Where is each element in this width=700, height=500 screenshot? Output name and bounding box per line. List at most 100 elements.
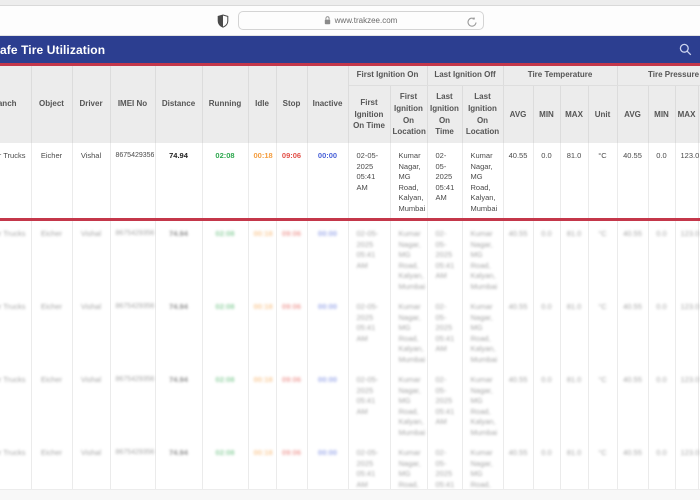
table-cell: 00:00 <box>309 441 347 459</box>
column-header-first-ignition-on-first-ignition-on-time: First Ignition On Time <box>348 86 390 144</box>
table-cell: 40.55 <box>503 143 533 221</box>
table-cell: Eicher Trucks <box>0 294 31 367</box>
column-header-last-ignition-off-last-ignition-on-location: Last Ignition On Location <box>462 86 503 144</box>
table-cell: 0.0 <box>535 368 559 386</box>
column-header-tire-temperature-unit: Unit <box>588 86 617 144</box>
table-cell: Vishal <box>74 295 109 313</box>
column-header-distance: Distance <box>155 65 202 143</box>
table-cell: 0.0 <box>535 222 559 240</box>
table-cell: Vishal <box>74 441 109 459</box>
address-bar[interactable]: www.trakzee.com <box>238 11 484 30</box>
table-cell: Kumar Nagar, MG Road, Kalyan, Mumbai <box>464 295 502 365</box>
table-cell: 00:18 <box>248 221 276 294</box>
table-cell: Kumar Nagar, MG Road, Kalyan, Mumbai <box>462 367 503 440</box>
table-cell: 00:00 <box>309 222 347 240</box>
report-header-bar: afe Tire Utilization <box>0 36 700 63</box>
table-cell: 40.55 <box>503 294 533 367</box>
table-cell: 40.55 <box>505 144 532 162</box>
table-cell: Eicher Trucks <box>0 295 30 313</box>
table-cell: °C <box>588 294 617 367</box>
table-cell: 0.0 <box>535 295 559 313</box>
lock-icon <box>324 16 331 25</box>
table-cell: 81.0 <box>562 368 587 386</box>
column-header-object: Object <box>31 65 72 143</box>
table-cell: Eicher Trucks <box>0 367 31 440</box>
table-cell: Eicher <box>33 144 71 162</box>
table-cell: °C <box>590 441 616 459</box>
table-cell: 02-05-2025 05:41 AM <box>429 222 461 282</box>
table-cell: Eicher Trucks <box>0 222 30 240</box>
table-cell: 123.0 <box>675 143 698 221</box>
table-cell: 02-05-2025 05:41 AM <box>348 143 390 221</box>
table-row-blurred: Eicher TrucksEicherVishal8675429356..74.… <box>0 367 700 440</box>
table-cell: 00:18 <box>248 143 276 221</box>
group-header-tire-pressure: Tire Pressure <box>617 65 700 86</box>
table-cell: 8675429356.. <box>110 367 155 440</box>
reload-icon[interactable] <box>466 15 478 33</box>
table-cell: 02:08 <box>204 368 247 386</box>
table-cell: 02-05-2025 05:41 AM <box>429 144 461 204</box>
table-cell: 123.0 <box>675 367 698 440</box>
table-cell: Eicher Trucks <box>0 368 30 386</box>
table-cell: 123.0 <box>677 222 697 240</box>
table-cell: Kumar Nagar, MG Road, Kalyan, Mumbai <box>392 144 426 214</box>
table-cell: °C <box>590 295 616 313</box>
table-cell: 02:08 <box>202 221 248 294</box>
table-cell: °C <box>590 222 616 240</box>
table-cell: 02-05-2025 05:41 AM <box>348 367 390 440</box>
group-header-last-ignition-off: Last Ignition Off <box>427 65 503 86</box>
table-cell: 02-05-2025 05:41 AM <box>348 221 390 294</box>
table-cell: 74.94 <box>155 294 202 367</box>
table-cell: Kumar Nagar, MG Road, Kalyan, Mumbai <box>390 367 427 440</box>
table-cell: 74.94 <box>155 221 202 294</box>
table-cell: 0.0 <box>648 221 675 294</box>
table-cell: 02-05-2025 05:41 AM <box>350 295 389 344</box>
table-cell: Eicher <box>33 441 71 459</box>
table-cell: °C <box>590 368 616 386</box>
table-cell: 02-05-2025 05:41 AM <box>350 144 389 193</box>
table-cell: Vishal <box>72 221 110 294</box>
table-cell: Vishal <box>72 294 110 367</box>
table-cell: 09:06 <box>278 295 306 313</box>
table-cell: 02:08 <box>202 367 248 440</box>
table-cell: 40.55 <box>617 143 648 221</box>
table-cell: Eicher <box>31 294 72 367</box>
table-cell: Kumar Nagar, MG Road, Kalyan, Mumbai <box>392 222 426 292</box>
group-header-tire-temperature: Tire Temperature <box>503 65 617 86</box>
table-cell: Eicher <box>33 295 71 313</box>
table-cell: 81.0 <box>560 367 588 440</box>
column-header-tire-temperature-max: MAX <box>560 86 588 144</box>
table-cell: 09:06 <box>278 368 306 386</box>
table-cell: 02:08 <box>204 295 247 313</box>
table-cell: 81.0 <box>560 294 588 367</box>
table-cell: 40.55 <box>505 222 532 240</box>
url-text[interactable]: www.trakzee.com <box>335 16 398 25</box>
table-cell: 09:06 <box>276 221 307 294</box>
table-cell: Kumar Nagar, MG Road, Kalyan, Mumbai <box>462 143 503 221</box>
search-icon[interactable] <box>679 43 692 56</box>
table-cell: 09:06 <box>278 441 306 459</box>
table-cell: 02-05-2025 05:41 AM <box>429 368 461 428</box>
table-cell: 0.0 <box>650 144 674 162</box>
table-cell: 74.94 <box>157 222 201 240</box>
table-cell: 8675429356.. <box>110 221 155 294</box>
column-header-idle: Idle <box>248 65 276 143</box>
table-cell: Vishal <box>74 222 109 240</box>
column-header-tire-temperature-avg: AVG <box>503 86 533 144</box>
table-cell: 0.0 <box>533 221 560 294</box>
shield-icon[interactable] <box>217 14 229 28</box>
table-cell: Kumar Nagar, MG Road, Kalyan, Mumbai <box>390 294 427 367</box>
page-bottom-strip <box>0 489 700 500</box>
table-cell: 123.0 <box>675 221 698 294</box>
table-cell: Eicher <box>33 368 71 386</box>
column-header-last-ignition-off-last-ignition-on-time: Last Ignition On Time <box>427 86 462 144</box>
table-cell: 74.94 <box>157 368 201 386</box>
table-cell: 00:00 <box>307 143 348 221</box>
table-cell: Kumar Nagar, MG Road, Kalyan, Mumbai <box>464 144 502 214</box>
table-cell: 40.55 <box>503 221 533 294</box>
table-cell: °C <box>588 367 617 440</box>
column-header-stop: Stop <box>276 65 307 143</box>
column-header-branch: Branch <box>0 65 31 143</box>
table-cell: 0.0 <box>648 294 675 367</box>
table-cell: 81.0 <box>562 144 587 162</box>
